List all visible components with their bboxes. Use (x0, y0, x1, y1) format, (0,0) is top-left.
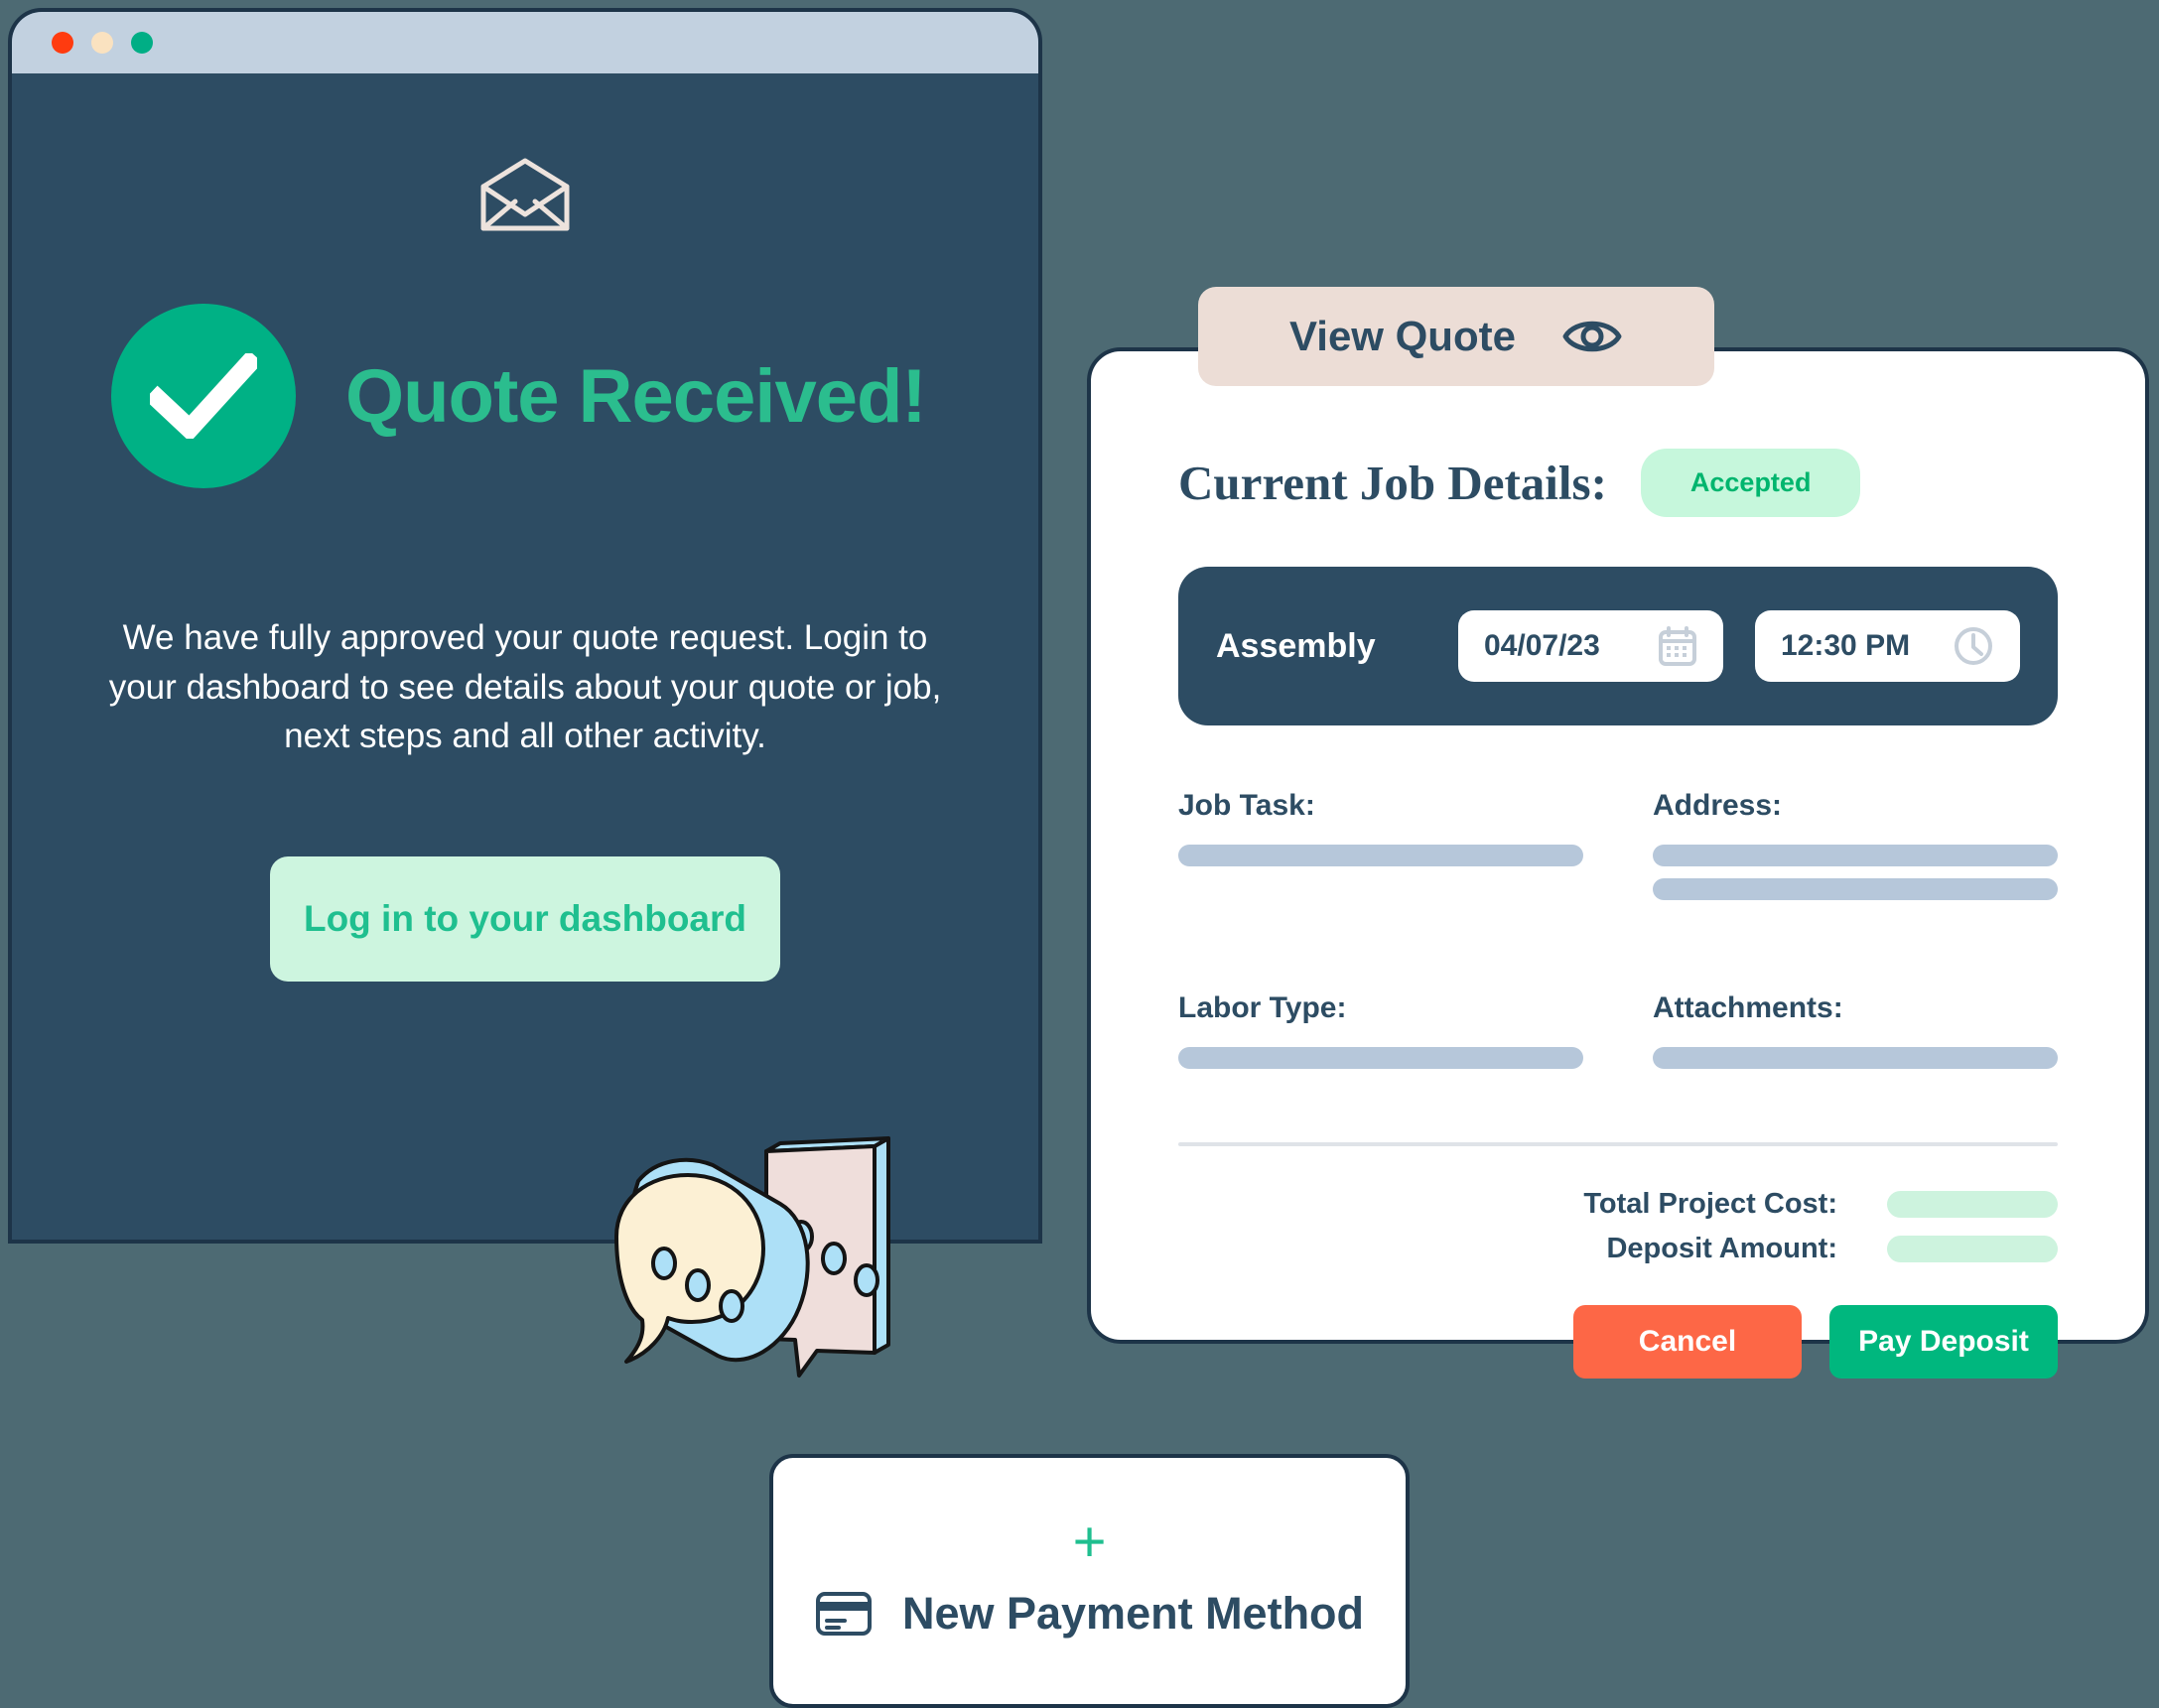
eye-icon (1562, 321, 1622, 352)
cost-row-total: Total Project Cost: (1583, 1188, 2058, 1221)
placeholder-bar (1178, 1047, 1583, 1069)
plus-icon: + (1072, 1509, 1107, 1574)
field-job-task: Job Task: (1178, 789, 1583, 942)
cost-row-deposit: Deposit Amount: (1606, 1233, 2058, 1265)
login-dashboard-button[interactable]: Log in to your dashboard (270, 856, 780, 983)
close-dot-icon[interactable] (52, 32, 73, 54)
open-envelope-icon (480, 158, 570, 231)
email-panel: Quote Received! We have fully approved y… (12, 157, 1038, 1240)
date-value: 04/07/23 (1484, 629, 1600, 662)
status-badge: Accepted (1640, 449, 1861, 517)
section-divider (1178, 1142, 2058, 1146)
grid-spacer (1178, 942, 1583, 991)
new-payment-method-card[interactable]: + New Payment Method (769, 1454, 1410, 1708)
placeholder-bar (1653, 878, 2058, 900)
payment-method-row: New Payment Method (815, 1588, 1364, 1640)
view-quote-tab[interactable]: View Quote (1198, 287, 1714, 386)
cost-value-placeholder (1887, 1191, 2058, 1218)
success-hero: Quote Received! (81, 304, 969, 488)
cost-value-placeholder (1887, 1236, 2058, 1262)
cost-label: Total Project Cost: (1583, 1188, 1837, 1220)
cancel-button[interactable]: Cancel (1573, 1305, 1802, 1379)
success-check-badge (111, 304, 296, 488)
clock-icon (1955, 627, 1992, 665)
credit-card-icon (815, 1592, 872, 1637)
quote-card: Current Job Details: Accepted Assembly 0… (1087, 347, 2149, 1379)
job-details-title: Current Job Details: (1178, 456, 1607, 510)
cost-label: Deposit Amount: (1606, 1233, 1837, 1264)
field-labor-type: Labor Type: (1178, 991, 1583, 1111)
job-fields-grid: Job Task: Address: Labor Type: Attachmen… (1178, 789, 2058, 1111)
assembly-label: Assembly (1216, 626, 1376, 665)
field-label: Address: (1653, 789, 1783, 822)
browser-window: Quote Received! We have fully approved y… (8, 8, 1042, 1244)
envelope-icon-wrap (81, 157, 969, 232)
field-address: Address: (1653, 789, 2058, 942)
minimize-dot-icon[interactable] (91, 32, 113, 54)
email-body-text: We have fully approved your quote reques… (108, 618, 942, 756)
cost-summary: Total Project Cost: Deposit Amount: (1178, 1188, 2058, 1265)
job-details-header: Current Job Details: Accepted (1178, 449, 2058, 517)
window-titlebar (12, 12, 1038, 73)
placeholder-bar (1653, 1047, 2058, 1069)
field-label: Attachments: (1653, 991, 1843, 1024)
view-quote-label: View Quote (1289, 313, 1516, 359)
placeholder-bar (1653, 845, 2058, 866)
pay-deposit-button[interactable]: Pay Deposit (1829, 1305, 2058, 1379)
field-attachments: Attachments: (1653, 991, 2058, 1111)
calendar-icon (1659, 626, 1696, 666)
payment-method-label: New Payment Method (901, 1588, 1365, 1640)
assembly-row: Assembly 04/07/23 12:30 PM (1178, 567, 2058, 725)
date-field[interactable]: 04/07/23 (1458, 610, 1723, 682)
page-title: Quote Received! (345, 353, 927, 439)
quote-actions: Cancel Pay Deposit (1178, 1305, 2058, 1379)
maximize-dot-icon[interactable] (131, 32, 153, 54)
placeholder-bar (1178, 845, 1583, 866)
check-mark-icon (150, 353, 257, 439)
time-field[interactable]: 12:30 PM (1755, 610, 2020, 682)
field-label: Labor Type: (1178, 991, 1347, 1024)
screenshot-root: Quote Received! We have fully approved y… (0, 0, 2159, 1708)
grid-spacer (1653, 942, 2058, 991)
time-value: 12:30 PM (1781, 629, 1911, 662)
field-label: Job Task: (1178, 789, 1315, 822)
